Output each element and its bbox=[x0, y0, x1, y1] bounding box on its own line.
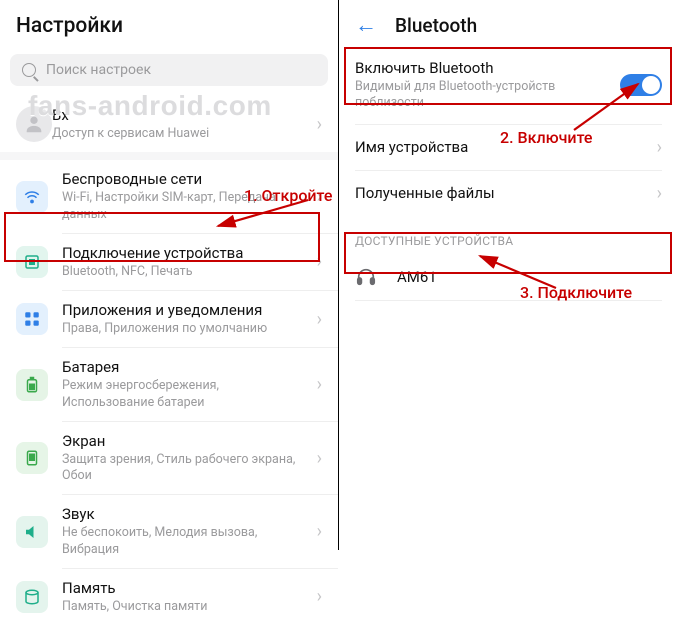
chevron-right-icon: › bbox=[317, 251, 322, 272]
page-title: Bluetooth bbox=[395, 14, 477, 37]
headphones-icon bbox=[355, 266, 377, 288]
list-item-sub: Bluetooth, NFC, Печать bbox=[62, 264, 311, 280]
bluetooth-screen: ← Bluetooth Включить Bluetooth Видимый д… bbox=[339, 0, 678, 550]
settings-item-storage[interactable]: Память Память, Очистка памяти › bbox=[0, 569, 338, 625]
list-item-label: Экран bbox=[62, 432, 311, 450]
list-item-label: Подключение устройства bbox=[62, 244, 311, 262]
list-item-label: Приложения и уведомления bbox=[62, 301, 311, 319]
device-connection-icon bbox=[16, 246, 48, 278]
settings-item-wireless[interactable]: Беспроводные сети Wi-Fi, Настройки SIM-к… bbox=[0, 160, 338, 233]
list-item-sub: Wi-Fi, Настройки SIM-карт, Передача данн… bbox=[62, 190, 311, 223]
apps-icon bbox=[16, 303, 48, 335]
list-item-label: Батарея bbox=[62, 358, 311, 376]
chevron-right-icon: › bbox=[317, 309, 322, 330]
list-item-sub: Защита зрения, Стиль рабочего экрана, Об… bbox=[62, 452, 311, 485]
bt-device-row[interactable]: AM61 bbox=[339, 254, 678, 300]
sound-icon bbox=[16, 516, 48, 548]
settings-item-display[interactable]: Экран Защита зрения, Стиль рабочего экра… bbox=[0, 422, 338, 495]
storage-icon bbox=[16, 581, 48, 613]
list-item-sub: Права, Приложения по умолчанию bbox=[62, 321, 311, 337]
wifi-icon bbox=[16, 181, 48, 213]
account-title: Вх bbox=[52, 106, 311, 124]
list-item-sub: Не беспокоить, Мелодия вызова, Вибрация bbox=[62, 525, 311, 558]
settings-item-device-connection[interactable]: Подключение устройства Bluetooth, NFC, П… bbox=[0, 234, 338, 290]
received-files-row[interactable]: Полученные файлы › bbox=[339, 171, 678, 216]
list-item-sub: Режим энергосбережения, Использование ба… bbox=[62, 378, 311, 411]
chevron-right-icon: › bbox=[317, 448, 322, 469]
search-input[interactable]: Поиск настроек bbox=[10, 54, 328, 86]
bt-enable-sub: Видимый для Bluetooth-устройств поблизос… bbox=[355, 79, 620, 112]
list-item-label: Память bbox=[62, 579, 311, 597]
search-placeholder: Поиск настроек bbox=[46, 62, 151, 78]
settings-screen: Настройки Поиск настроек Вх Доступ к сер… bbox=[0, 0, 339, 550]
chevron-right-icon: › bbox=[657, 137, 662, 158]
chevron-right-icon: › bbox=[317, 521, 322, 542]
page-title: Настройки bbox=[16, 14, 322, 38]
list-item-sub: Память, Очистка памяти bbox=[62, 599, 311, 615]
bt-enable-label: Включить Bluetooth bbox=[355, 59, 620, 77]
settings-item-apps[interactable]: Приложения и уведомления Права, Приложен… bbox=[0, 291, 338, 347]
settings-item-battery[interactable]: Батарея Режим энергосбережения, Использо… bbox=[0, 348, 338, 421]
display-icon bbox=[16, 442, 48, 474]
chevron-right-icon: › bbox=[317, 374, 322, 395]
avatar-icon bbox=[16, 106, 52, 142]
device-name-row[interactable]: Имя устройства › bbox=[339, 125, 678, 170]
chevron-right-icon: › bbox=[657, 183, 662, 204]
battery-icon bbox=[16, 369, 48, 401]
list-item-label: Беспроводные сети bbox=[62, 170, 311, 188]
bluetooth-header: ← Bluetooth bbox=[339, 0, 678, 47]
back-arrow-icon[interactable]: ← bbox=[355, 15, 377, 37]
account-subtitle: Доступ к сервисам Huawei bbox=[52, 126, 311, 142]
account-row[interactable]: Вх Доступ к сервисам Huawei › bbox=[0, 96, 338, 152]
chevron-right-icon: › bbox=[317, 114, 322, 135]
received-files-label: Полученные файлы bbox=[355, 184, 651, 202]
settings-item-sound[interactable]: Звук Не беспокоить, Мелодия вызова, Вибр… bbox=[0, 495, 338, 568]
bt-device-name: AM61 bbox=[397, 268, 437, 286]
list-item-label: Звук bbox=[62, 505, 311, 523]
bt-toggle[interactable] bbox=[620, 74, 662, 96]
settings-header: Настройки bbox=[0, 0, 338, 50]
available-devices-header: ДОСТУПНЫЕ УСТРОЙСТВА bbox=[339, 216, 678, 254]
search-icon bbox=[22, 63, 36, 77]
device-name-label: Имя устройства bbox=[355, 138, 651, 156]
chevron-right-icon: › bbox=[317, 186, 322, 207]
bt-enable-row[interactable]: Включить Bluetooth Видимый для Bluetooth… bbox=[339, 47, 678, 124]
chevron-right-icon: › bbox=[317, 586, 322, 607]
